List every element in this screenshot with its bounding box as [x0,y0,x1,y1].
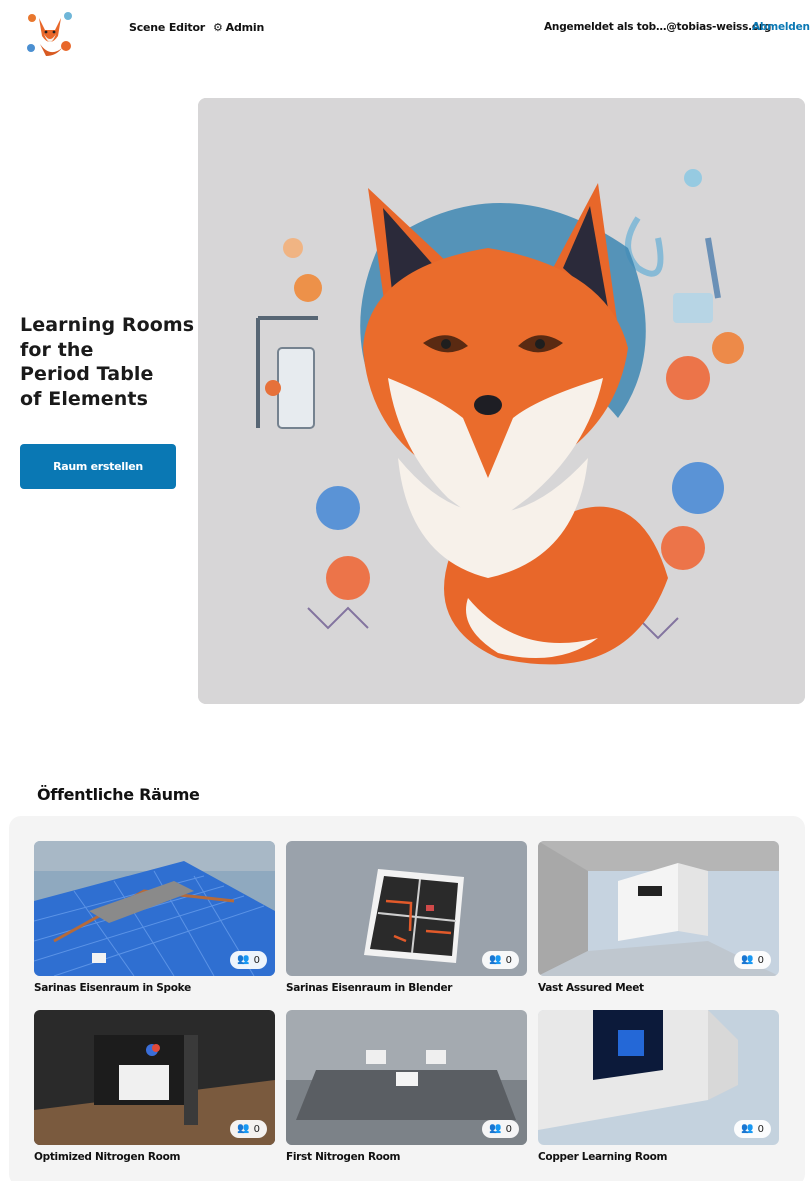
users-icon: 👥 [741,1123,754,1134]
occupancy-count: 0 [757,1123,764,1135]
occupancy-count: 0 [757,954,764,966]
occupancy-badge: 👥 0 [230,1120,267,1138]
room-thumbnail: 👥 0 [286,1010,527,1145]
room-name: Sarinas Eisenraum in Blender [286,982,453,994]
occupancy-badge: 👥 0 [482,951,519,969]
occupancy-badge: 👥 0 [482,1120,519,1138]
room-thumbnail: 👥 0 [286,841,527,976]
hero-title-line: Learning Rooms [20,314,195,336]
room-card[interactable]: 👥 0 Optimized Nitrogen Room [34,1010,275,1163]
fox-chemistry-illustration-icon [198,98,805,704]
hero-title-line: for the [20,338,94,361]
signed-in-status: Angemeldet als tob…@tobias-weiss.org [544,21,772,33]
room-name: Vast Assured Meet [538,982,644,994]
gear-icon: ⚙ [213,21,223,34]
users-icon: 👥 [489,954,502,965]
users-icon: 👥 [237,954,250,965]
room-card[interactable]: 👥 0 Vast Assured Meet [538,841,779,994]
occupancy-count: 0 [505,954,512,966]
logo[interactable] [22,4,78,60]
users-icon: 👥 [489,1123,502,1134]
room-name: Sarinas Eisenraum in Spoke [34,982,191,994]
signout-link[interactable]: Abmelden [752,21,810,33]
hero-image [198,98,805,704]
nav-admin[interactable]: ⚙ Admin [213,21,264,34]
room-name: Optimized Nitrogen Room [34,1151,181,1163]
fox-logo-icon [22,4,78,60]
create-room-button[interactable]: Raum erstellen [20,444,176,489]
users-icon: 👥 [237,1123,250,1134]
hero-title-line: Period Table [20,363,154,385]
room-card[interactable]: 👥 0 Copper Learning Room [538,1010,779,1163]
occupancy-badge: 👥 0 [734,1120,771,1138]
room-card[interactable]: 👥 0 Sarinas Eisenraum in Blender [286,841,527,994]
hero-title-line: of Elements [20,387,149,410]
nav-scene-editor[interactable]: Scene Editor [129,21,205,34]
public-rooms-title: Öffentliche Räume [37,785,200,804]
occupancy-count: 0 [253,954,260,966]
occupancy-count: 0 [505,1123,512,1135]
occupancy-badge: 👥 0 [734,951,771,969]
users-icon: 👥 [741,954,754,965]
hero-title: Learning Rooms for the Period Table of E… [20,313,198,411]
room-thumbnail: 👥 0 [538,841,779,976]
room-thumbnail: 👥 0 [34,1010,275,1145]
room-name: Copper Learning Room [538,1151,668,1163]
room-card[interactable]: 👥 0 First Nitrogen Room [286,1010,527,1163]
room-thumbnail: 👥 0 [34,841,275,976]
occupancy-badge: 👥 0 [230,951,267,969]
room-name: First Nitrogen Room [286,1151,401,1163]
room-card[interactable]: 👥 0 Sarinas Eisenraum in Spoke [34,841,275,994]
occupancy-count: 0 [253,1123,260,1135]
nav-admin-label: Admin [225,21,265,34]
room-thumbnail: 👥 0 [538,1010,779,1145]
